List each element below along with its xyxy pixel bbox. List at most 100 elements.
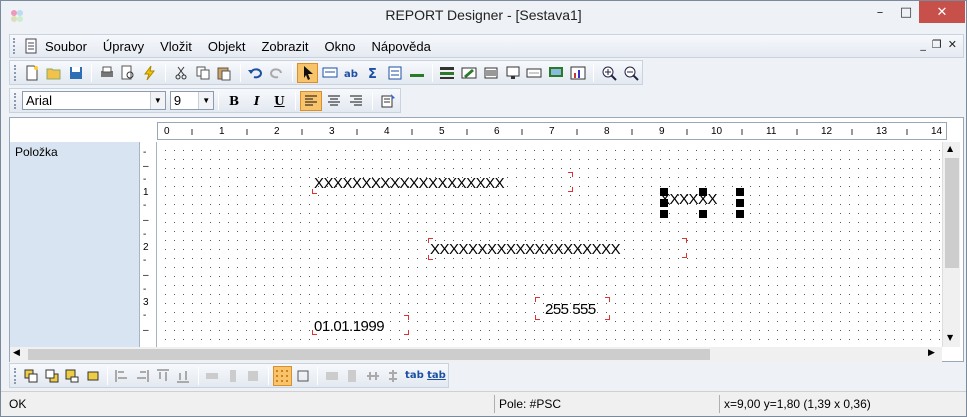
same-height-icon[interactable] bbox=[223, 366, 242, 386]
picture-icon[interactable] bbox=[502, 63, 523, 83]
font-size-select[interactable]: 9 ▼ bbox=[169, 91, 215, 110]
section-panel[interactable]: Položka bbox=[10, 142, 140, 347]
align-bottoms-icon[interactable] bbox=[173, 366, 192, 386]
status-bar: OK Pole: #PSC x=9,00 y=1,80 (1,39 x 0,36… bbox=[1, 391, 966, 416]
resize-handle[interactable] bbox=[660, 188, 668, 196]
scroll-thumb[interactable] bbox=[28, 349, 710, 360]
send-to-back-icon[interactable] bbox=[42, 366, 61, 386]
mdi-close-button[interactable]: ✕ bbox=[948, 38, 957, 51]
font-select[interactable]: Arial ▼ bbox=[21, 91, 166, 110]
resize-handle[interactable] bbox=[699, 210, 707, 218]
sum-icon[interactable]: Σ bbox=[363, 63, 384, 83]
align-tops-icon[interactable] bbox=[153, 366, 172, 386]
chevron-down-icon[interactable]: ▼ bbox=[198, 92, 214, 109]
resize-handle[interactable] bbox=[736, 188, 744, 196]
print-preview-icon[interactable] bbox=[118, 63, 139, 83]
bring-forward-icon[interactable] bbox=[62, 366, 81, 386]
ole-icon[interactable] bbox=[546, 63, 567, 83]
report-field[interactable]: 255 555 bbox=[535, 297, 610, 320]
frame-icon[interactable] bbox=[524, 63, 545, 83]
chevron-down-icon[interactable]: ▼ bbox=[149, 92, 165, 109]
toolbar-grip[interactable] bbox=[14, 64, 18, 81]
align-left-edges-icon[interactable] bbox=[112, 366, 131, 386]
center-vertical-icon[interactable] bbox=[343, 366, 362, 386]
italic-button[interactable]: I bbox=[246, 91, 268, 111]
resize-handle[interactable] bbox=[736, 199, 744, 207]
maximize-button[interactable]: □ bbox=[893, 1, 919, 23]
align-right-edges-icon[interactable] bbox=[132, 366, 151, 386]
function-icon[interactable] bbox=[384, 63, 405, 83]
band-edit-icon[interactable] bbox=[459, 63, 480, 83]
copy-icon[interactable] bbox=[192, 63, 213, 83]
report-field[interactable]: XXXXXXXXXXXXXXXXXXXX bbox=[428, 238, 687, 260]
align-left-icon[interactable] bbox=[300, 90, 322, 111]
grid-icon[interactable] bbox=[272, 365, 293, 386]
menu-vlozit[interactable]: Vložit bbox=[160, 39, 192, 54]
cut-icon[interactable] bbox=[170, 63, 191, 83]
minimize-button[interactable]: – bbox=[867, 1, 893, 23]
menu-objekt[interactable]: Objekt bbox=[208, 39, 246, 54]
vertical-scrollbar[interactable]: ▲ ▼ bbox=[942, 142, 960, 347]
close-button[interactable]: ✕ bbox=[919, 1, 965, 23]
scroll-left-icon[interactable]: ◀ bbox=[13, 348, 20, 358]
resize-handle[interactable] bbox=[736, 210, 744, 218]
zoom-in-icon[interactable] bbox=[598, 63, 619, 83]
document-icon[interactable] bbox=[23, 38, 39, 54]
save-icon[interactable] bbox=[65, 63, 86, 83]
menu-zobrazit[interactable]: Zobrazit bbox=[261, 39, 308, 54]
bold-button[interactable]: B bbox=[223, 91, 245, 111]
section-label: Položka bbox=[15, 145, 58, 159]
resize-handle[interactable] bbox=[660, 199, 668, 207]
tab-order-auto-button[interactable]: tab bbox=[426, 366, 447, 386]
mdi-minimize-button[interactable]: _ bbox=[920, 38, 926, 51]
space-evenly-icon[interactable] bbox=[363, 366, 382, 386]
menu-napoveda[interactable]: Nápověda bbox=[372, 39, 431, 54]
open-icon[interactable] bbox=[44, 63, 65, 83]
toolbar-grip[interactable] bbox=[14, 367, 18, 384]
menu-upravy[interactable]: Úpravy bbox=[103, 39, 144, 54]
scroll-up-icon[interactable]: ▲ bbox=[947, 144, 953, 153]
horizontal-scrollbar[interactable]: ◀ ▶ bbox=[10, 347, 942, 362]
toolbar-grip[interactable] bbox=[14, 92, 18, 109]
toolbar-grip[interactable] bbox=[13, 38, 17, 54]
same-size-icon[interactable] bbox=[243, 366, 262, 386]
undo-icon[interactable] bbox=[245, 63, 266, 83]
snap-to-grid-icon[interactable] bbox=[293, 366, 312, 386]
menu-okno[interactable]: Okno bbox=[324, 39, 355, 54]
underline-button[interactable]: U bbox=[269, 91, 291, 111]
text-field-icon[interactable]: ab bbox=[341, 63, 362, 83]
bring-to-front-icon[interactable] bbox=[22, 366, 41, 386]
distribute-icon[interactable] bbox=[384, 366, 403, 386]
scroll-right-icon[interactable]: ▶ bbox=[928, 348, 935, 358]
report-field[interactable]: 01.01.1999 bbox=[312, 315, 409, 335]
send-backward-icon[interactable] bbox=[83, 366, 102, 386]
label-tool-icon[interactable] bbox=[319, 63, 340, 83]
scroll-thumb[interactable] bbox=[945, 158, 959, 268]
redo-icon[interactable] bbox=[267, 63, 288, 83]
report-field[interactable]: XXXXXXXXXXXXXXXXXXXX bbox=[312, 172, 573, 194]
resize-handle[interactable] bbox=[660, 210, 668, 218]
run-icon[interactable] bbox=[140, 63, 161, 83]
properties-icon[interactable] bbox=[377, 91, 399, 111]
scroll-down-icon[interactable]: ▼ bbox=[947, 333, 953, 342]
separator bbox=[267, 366, 269, 385]
section-icon[interactable] bbox=[437, 63, 458, 83]
print-icon[interactable] bbox=[96, 63, 117, 83]
tab-order-button[interactable]: tab bbox=[404, 366, 425, 386]
menu-soubor[interactable]: Soubor bbox=[45, 39, 87, 54]
center-horizontal-icon[interactable] bbox=[322, 366, 341, 386]
selected-report-field[interactable]: XXXXXX bbox=[660, 188, 744, 218]
zoom-out-icon[interactable] bbox=[620, 63, 641, 83]
pointer-icon[interactable] bbox=[297, 62, 319, 83]
align-center-icon[interactable] bbox=[323, 91, 345, 111]
line-tool-icon[interactable] bbox=[406, 63, 427, 83]
same-width-icon[interactable] bbox=[203, 366, 222, 386]
mdi-restore-button[interactable]: ❐ bbox=[932, 38, 942, 51]
align-right-icon[interactable] bbox=[346, 91, 368, 111]
paste-icon[interactable] bbox=[214, 63, 235, 83]
chart-icon[interactable] bbox=[568, 63, 589, 83]
new-icon[interactable] bbox=[22, 63, 43, 83]
barcode-icon[interactable] bbox=[481, 63, 502, 83]
design-canvas[interactable]: XXXXXXXXXXXXXXXXXXXX XXXXXX XXXXXXXXXXXX… bbox=[158, 142, 942, 347]
resize-handle[interactable] bbox=[699, 188, 707, 196]
